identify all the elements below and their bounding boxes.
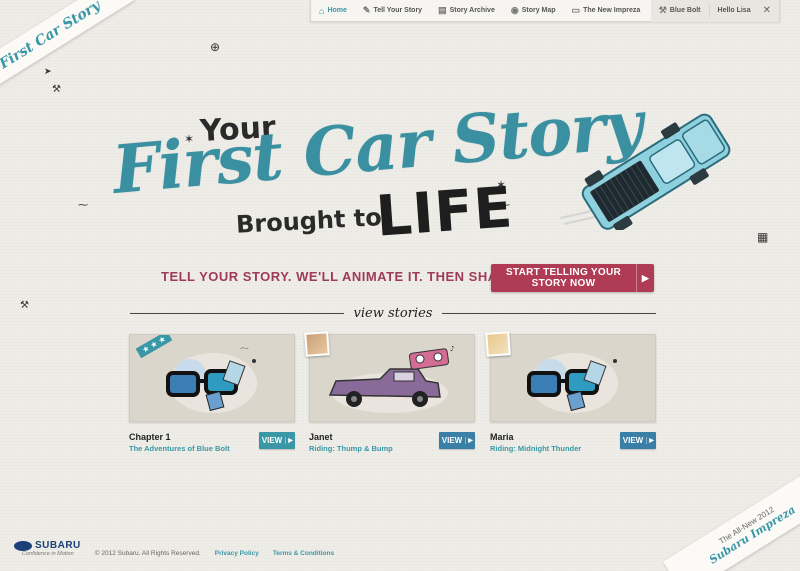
subaru-logo[interactable]: SUBARU Confidence in Motion — [14, 540, 81, 557]
film-icon: ▦ — [757, 230, 769, 244]
profile-label: Blue Bolt — [669, 7, 701, 14]
privacy-policy-link[interactable]: Privacy Policy — [215, 550, 259, 557]
story-subtitle[interactable]: Riding: Thump & Bump — [309, 444, 393, 453]
nav-item-story-archive[interactable]: ▤ Story Archive — [430, 0, 503, 22]
user-photo — [304, 331, 330, 357]
hero-brought-text: Brought to — [235, 203, 383, 239]
story-meta: Chapter 1 The Adventures of Blue Bolt VI… — [129, 432, 295, 453]
story-text: Janet Riding: Thump & Bump — [309, 432, 393, 453]
copyright: © 2012 Subaru. All Rights Reserved. — [94, 550, 201, 557]
nav-item-label: Tell Your Story — [373, 7, 423, 14]
nav-item-tell-your-story[interactable]: ✎ Tell Your Story — [355, 0, 430, 22]
brand-title: First Car Story — [0, 0, 104, 73]
subaru-stars-icon — [14, 540, 32, 551]
nav-item-blue-bolt[interactable]: ⚒ Blue Bolt — [651, 0, 709, 22]
view-story-button[interactable]: VIEW ▶ — [620, 432, 656, 449]
user-photo — [485, 331, 511, 357]
story-meta: Janet Riding: Thump & Bump VIEW ▶ — [309, 432, 475, 453]
start-story-button[interactable]: START TELLING YOUR STORY NOW ▶ — [491, 264, 654, 292]
home-icon: ⌂ — [319, 5, 325, 16]
nav-item-home[interactable]: ⌂ Home — [311, 0, 355, 22]
arrow-right-icon: ▶ — [636, 264, 654, 292]
brand-tagline: Confidence in Motion — [22, 551, 74, 557]
user-greeting[interactable]: Hello Lisa — [710, 0, 759, 22]
arrow-right-icon: ▶ — [646, 437, 656, 444]
brand-name: SUBARU — [35, 540, 81, 551]
steering-wheel-icon: ⊕ — [210, 40, 221, 54]
glasses-illustration — [527, 353, 618, 413]
wrench-icon: ⚒ — [52, 84, 61, 95]
wrench-icon: ⚒ — [658, 5, 667, 15]
story-title: Chapter 1 — [129, 432, 171, 442]
truck-illustration: ♪ — [328, 345, 454, 413]
divider-line — [442, 312, 657, 314]
story-thumbnail[interactable] — [490, 334, 656, 422]
story-title: Janet — [309, 432, 333, 442]
archive-icon: ▤ — [438, 5, 447, 15]
tagline: TELL YOUR STORY. WE'LL ANIMATE IT. THEN … — [161, 269, 537, 284]
story-text: Chapter 1 The Adventures of Blue Bolt — [129, 432, 230, 453]
brand-corner-ribbon[interactable]: First Car Story — [0, 0, 135, 96]
nav-item-story-map[interactable]: ◉ Story Map — [503, 0, 564, 22]
nav-item-new-impreza[interactable]: ▭ The New Impreza — [564, 0, 649, 22]
compass-icon: ◉ — [510, 5, 519, 15]
pickup-truck-illustration — [560, 113, 731, 230]
story-card-maria[interactable]: Maria Riding: Midnight Thunder VIEW ▶ — [485, 331, 656, 453]
view-label: VIEW — [441, 436, 463, 445]
story-thumbnail[interactable]: ★ ★ ★ ⌒ˇ — [129, 334, 295, 422]
close-icon[interactable]: ✕ — [759, 5, 779, 16]
view-label: VIEW — [622, 436, 644, 445]
story-text: Maria Riding: Midnight Thunder — [490, 432, 581, 453]
tool-icon: ⚒ — [20, 300, 29, 311]
view-story-button[interactable]: VIEW ▶ — [259, 432, 295, 449]
arrow-icon: ➤ — [44, 66, 52, 76]
top-navigation: ⌂ Home ✎ Tell Your Story ▤ Story Archive… — [310, 0, 780, 22]
hero-life-text: LIFE — [373, 175, 516, 250]
view-stories-heading: view stories — [353, 305, 433, 321]
view-stories-divider: view stories — [130, 304, 657, 322]
divider-line — [130, 312, 344, 314]
story-thumbnail[interactable]: ♪ — [309, 334, 475, 422]
arrow-right-icon: ▶ — [285, 437, 295, 444]
car-icon: ▭ — [571, 5, 581, 15]
story-meta: Maria Riding: Midnight Thunder VIEW ▶ — [490, 432, 656, 453]
greeting-label: Hello Lisa — [717, 7, 751, 14]
view-label: VIEW — [261, 436, 283, 445]
view-story-button[interactable]: VIEW ▶ — [439, 432, 475, 449]
impreza-promo-ribbon[interactable]: The All-New 2012 Subaru Impreza — [663, 466, 800, 571]
footer: SUBARU Confidence in Motion © 2012 Subar… — [14, 540, 334, 557]
nav-item-label: Story Archive — [449, 7, 495, 14]
user-area: ⚒ Blue Bolt Hello Lisa ✕ — [650, 0, 779, 22]
pencil-icon: ✎ — [362, 5, 371, 15]
nav-item-label: Home — [327, 7, 347, 14]
scribble-icon: ⁓ — [78, 200, 88, 211]
nav-item-label: The New Impreza — [583, 7, 641, 14]
nav-item-label: Story Map — [521, 7, 556, 14]
story-card-janet[interactable]: ♪ Janet Riding: Thump & Bump VIEW ▶ — [304, 331, 475, 453]
cta-label: START TELLING YOUR STORY NOW — [505, 267, 622, 289]
svg-text:♪: ♪ — [450, 345, 454, 353]
story-title: Maria — [490, 432, 514, 442]
terms-link[interactable]: Terms & Conditions — [273, 550, 334, 557]
story-subtitle[interactable]: Riding: Midnight Thunder — [490, 444, 581, 453]
story-subtitle[interactable]: The Adventures of Blue Bolt — [129, 444, 230, 453]
story-card-chapter-1[interactable]: ★ ★ ★ ⌒ˇ Chapter 1 The Adventures of Blu… — [129, 334, 295, 453]
svg-text:⌒ˇ: ⌒ˇ — [240, 348, 249, 355]
arrow-right-icon: ▶ — [465, 437, 475, 444]
